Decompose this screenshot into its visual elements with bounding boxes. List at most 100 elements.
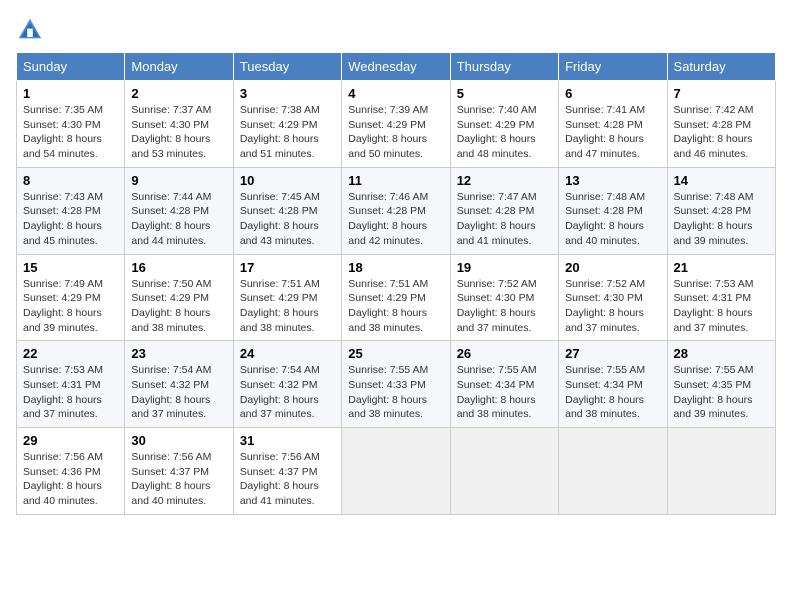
day-number: 22 xyxy=(23,346,118,361)
day-number: 3 xyxy=(240,86,335,101)
day-number: 9 xyxy=(131,173,226,188)
calendar-cell: 18 Sunrise: 7:51 AMSunset: 4:29 PMDayligh… xyxy=(342,254,450,341)
day-number: 13 xyxy=(565,173,660,188)
calendar-body: 1 Sunrise: 7:35 AMSunset: 4:30 PMDaylight… xyxy=(17,81,776,515)
day-info: Sunrise: 7:45 AMSunset: 4:28 PMDaylight:… xyxy=(240,190,335,249)
calendar-cell: 22 Sunrise: 7:53 AMSunset: 4:31 PMDayligh… xyxy=(17,341,125,428)
calendar-cell: 23Sunrise: 7:54 AMSunset: 4:32 PMDayligh… xyxy=(125,341,233,428)
day-number: 20 xyxy=(565,260,660,275)
day-info: Sunrise: 7:56 AMSunset: 4:37 PMDaylight:… xyxy=(131,450,226,509)
calendar-week-row: 29 Sunrise: 7:56 AMSunset: 4:36 PMDayligh… xyxy=(17,428,776,515)
header xyxy=(16,16,776,44)
calendar-cell: 3 Sunrise: 7:38 AMSunset: 4:29 PMDaylight… xyxy=(233,81,341,168)
day-info: Sunrise: 7:49 AMSunset: 4:29 PMDaylight:… xyxy=(23,277,118,336)
calendar-cell: 28 Sunrise: 7:55 AMSunset: 4:35 PMDayligh… xyxy=(667,341,775,428)
calendar-cell: 13 Sunrise: 7:48 AMSunset: 4:28 PMDayligh… xyxy=(559,167,667,254)
day-info: Sunrise: 7:52 AMSunset: 4:30 PMDaylight:… xyxy=(565,277,660,336)
day-info: Sunrise: 7:55 AMSunset: 4:33 PMDaylight:… xyxy=(348,363,443,422)
day-number: 21 xyxy=(674,260,769,275)
calendar-cell xyxy=(450,428,558,515)
day-number: 30 xyxy=(131,433,226,448)
day-info: Sunrise: 7:54 AMSunset: 4:32 PMDaylight:… xyxy=(131,363,226,422)
calendar-week-row: 8 Sunrise: 7:43 AMSunset: 4:28 PMDaylight… xyxy=(17,167,776,254)
day-number: 5 xyxy=(457,86,552,101)
day-number: 14 xyxy=(674,173,769,188)
day-info: Sunrise: 7:56 AMSunset: 4:36 PMDaylight:… xyxy=(23,450,118,509)
day-number: 19 xyxy=(457,260,552,275)
day-number: 2 xyxy=(131,86,226,101)
day-info: Sunrise: 7:53 AMSunset: 4:31 PMDaylight:… xyxy=(23,363,118,422)
calendar-cell xyxy=(667,428,775,515)
weekday-header: Wednesday xyxy=(342,53,450,81)
day-info: Sunrise: 7:52 AMSunset: 4:30 PMDaylight:… xyxy=(457,277,552,336)
day-info: Sunrise: 7:50 AMSunset: 4:29 PMDaylight:… xyxy=(131,277,226,336)
weekday-header: Sunday xyxy=(17,53,125,81)
day-number: 6 xyxy=(565,86,660,101)
calendar-cell: 29 Sunrise: 7:56 AMSunset: 4:36 PMDayligh… xyxy=(17,428,125,515)
calendar-cell xyxy=(559,428,667,515)
day-number: 12 xyxy=(457,173,552,188)
calendar-week-row: 15 Sunrise: 7:49 AMSunset: 4:29 PMDayligh… xyxy=(17,254,776,341)
day-number: 31 xyxy=(240,433,335,448)
calendar-cell: 26Sunrise: 7:55 AMSunset: 4:34 PMDayligh… xyxy=(450,341,558,428)
day-number: 24 xyxy=(240,346,335,361)
calendar-cell: 21Sunrise: 7:53 AMSunset: 4:31 PMDayligh… xyxy=(667,254,775,341)
calendar-cell: 16Sunrise: 7:50 AMSunset: 4:29 PMDayligh… xyxy=(125,254,233,341)
calendar-cell: 6Sunrise: 7:41 AMSunset: 4:28 PMDaylight… xyxy=(559,81,667,168)
weekday-header: Monday xyxy=(125,53,233,81)
day-number: 29 xyxy=(23,433,118,448)
day-info: Sunrise: 7:55 AMSunset: 4:35 PMDaylight:… xyxy=(674,363,769,422)
logo-icon xyxy=(16,16,44,44)
calendar-cell: 5 Sunrise: 7:40 AMSunset: 4:29 PMDaylight… xyxy=(450,81,558,168)
day-number: 1 xyxy=(23,86,118,101)
day-number: 8 xyxy=(23,173,118,188)
day-info: Sunrise: 7:42 AMSunset: 4:28 PMDaylight:… xyxy=(674,103,769,162)
day-number: 28 xyxy=(674,346,769,361)
calendar-week-row: 22 Sunrise: 7:53 AMSunset: 4:31 PMDayligh… xyxy=(17,341,776,428)
day-number: 17 xyxy=(240,260,335,275)
day-info: Sunrise: 7:48 AMSunset: 4:28 PMDaylight:… xyxy=(565,190,660,249)
calendar-cell: 4 Sunrise: 7:39 AMSunset: 4:29 PMDaylight… xyxy=(342,81,450,168)
calendar-cell: 14 Sunrise: 7:48 AMSunset: 4:28 PMDayligh… xyxy=(667,167,775,254)
day-info: Sunrise: 7:38 AMSunset: 4:29 PMDaylight:… xyxy=(240,103,335,162)
calendar-cell: 19 Sunrise: 7:52 AMSunset: 4:30 PMDayligh… xyxy=(450,254,558,341)
calendar-week-row: 1 Sunrise: 7:35 AMSunset: 4:30 PMDaylight… xyxy=(17,81,776,168)
calendar-cell: 20 Sunrise: 7:52 AMSunset: 4:30 PMDayligh… xyxy=(559,254,667,341)
day-number: 27 xyxy=(565,346,660,361)
calendar-cell: 7 Sunrise: 7:42 AMSunset: 4:28 PMDaylight… xyxy=(667,81,775,168)
calendar-cell: 27Sunrise: 7:55 AMSunset: 4:34 PMDayligh… xyxy=(559,341,667,428)
calendar-cell: 9Sunrise: 7:44 AMSunset: 4:28 PMDaylight… xyxy=(125,167,233,254)
weekday-header: Thursday xyxy=(450,53,558,81)
day-number: 11 xyxy=(348,173,443,188)
day-info: Sunrise: 7:51 AMSunset: 4:29 PMDaylight:… xyxy=(348,277,443,336)
day-info: Sunrise: 7:40 AMSunset: 4:29 PMDaylight:… xyxy=(457,103,552,162)
day-info: Sunrise: 7:48 AMSunset: 4:28 PMDaylight:… xyxy=(674,190,769,249)
day-info: Sunrise: 7:37 AMSunset: 4:30 PMDaylight:… xyxy=(131,103,226,162)
calendar-cell: 30 Sunrise: 7:56 AMSunset: 4:37 PMDayligh… xyxy=(125,428,233,515)
day-number: 7 xyxy=(674,86,769,101)
calendar-cell: 2 Sunrise: 7:37 AMSunset: 4:30 PMDaylight… xyxy=(125,81,233,168)
calendar-cell: 8 Sunrise: 7:43 AMSunset: 4:28 PMDaylight… xyxy=(17,167,125,254)
day-number: 25 xyxy=(348,346,443,361)
day-info: Sunrise: 7:35 AMSunset: 4:30 PMDaylight:… xyxy=(23,103,118,162)
weekday-header: Friday xyxy=(559,53,667,81)
day-info: Sunrise: 7:43 AMSunset: 4:28 PMDaylight:… xyxy=(23,190,118,249)
day-number: 4 xyxy=(348,86,443,101)
day-info: Sunrise: 7:56 AMSunset: 4:37 PMDaylight:… xyxy=(240,450,335,509)
day-number: 10 xyxy=(240,173,335,188)
day-info: Sunrise: 7:39 AMSunset: 4:29 PMDaylight:… xyxy=(348,103,443,162)
logo xyxy=(16,16,48,44)
weekday-header: Saturday xyxy=(667,53,775,81)
calendar-cell: 10 Sunrise: 7:45 AMSunset: 4:28 PMDayligh… xyxy=(233,167,341,254)
calendar-cell: 25 Sunrise: 7:55 AMSunset: 4:33 PMDayligh… xyxy=(342,341,450,428)
weekday-header: Tuesday xyxy=(233,53,341,81)
calendar-table: SundayMondayTuesdayWednesdayThursdayFrid… xyxy=(16,52,776,515)
calendar-cell: 1 Sunrise: 7:35 AMSunset: 4:30 PMDaylight… xyxy=(17,81,125,168)
day-number: 15 xyxy=(23,260,118,275)
calendar-cell: 15 Sunrise: 7:49 AMSunset: 4:29 PMDayligh… xyxy=(17,254,125,341)
calendar-cell: 24Sunrise: 7:54 AMSunset: 4:32 PMDayligh… xyxy=(233,341,341,428)
day-info: Sunrise: 7:55 AMSunset: 4:34 PMDaylight:… xyxy=(457,363,552,422)
day-number: 18 xyxy=(348,260,443,275)
day-info: Sunrise: 7:51 AMSunset: 4:29 PMDaylight:… xyxy=(240,277,335,336)
calendar-cell: 12Sunrise: 7:47 AMSunset: 4:28 PMDayligh… xyxy=(450,167,558,254)
